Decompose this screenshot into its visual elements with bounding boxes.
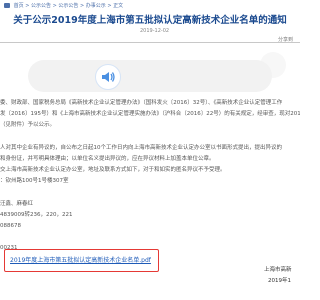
body-line: ：钦州路100号1号楼307室 — [0, 178, 69, 185]
breadcrumb-item-announcements-2[interactable]: 公示公告 — [58, 3, 78, 9]
speaker-icon — [102, 72, 115, 82]
body-line: 交上海市高新技术企业认定办公室，地址及联系方式如下，对于和如实的匿名异议不予受理… — [0, 167, 226, 174]
breadcrumb-item-home[interactable]: 首页 — [14, 3, 24, 9]
body-line: 4839009转236，220，221 — [0, 211, 73, 218]
body-line: 发〔2016〕195号）和《上海市高新技术企业认定管理实施办法》（沪科合〔201… — [0, 111, 300, 118]
article-page: 首页 > 公示公告 > 公示公告 > 办事公示 > 正文 关于公示2019年度上… — [0, 0, 300, 300]
breadcrumb: 首页 > 公示公告 > 公示公告 > 办事公示 > 正文 — [0, 0, 300, 12]
home-icon[interactable] — [4, 3, 10, 8]
breadcrumb-item-current: 正文 — [113, 3, 124, 9]
body-line: （见附件）予以公示。 — [0, 122, 56, 129]
article-body: 委、财政部、国家税务总局《高新技术企业认定管理办法》（国科发火〔2016〕32号… — [0, 98, 300, 255]
play-button[interactable] — [95, 64, 121, 90]
title-divider — [0, 42, 300, 43]
body-line: 和身份证，并写明具体理由；以单位名义提出异议的，应在异议材料上加盖本单位公章。 — [0, 155, 215, 162]
body-line: 汪鑫、麻春红 — [0, 200, 34, 207]
breadcrumb-item-affairs[interactable]: 办事公示 — [86, 3, 106, 9]
audio-player — [28, 60, 272, 92]
body-line — [0, 232, 300, 243]
publish-date: 2019-12-02 — [140, 28, 170, 34]
body-line: 人对其中企业有异议的，自公布之日起10个工作日内向上海市高新技术企业认定办公室以… — [0, 144, 283, 151]
attachment-link[interactable]: 2019年度上海市第五批拟认定高新技术企业名单.pdf — [10, 255, 151, 264]
page-title: 关于公示2019年度上海市第五批拟认定高新技术企业名单的通知 — [13, 15, 287, 26]
body-line — [0, 188, 300, 199]
body-line: 委、财政部、国家税务总局《高新技术企业认定管理办法》（国科发火〔2016〕32号… — [0, 100, 283, 106]
signature-date: 2019年1 — [268, 278, 291, 284]
breadcrumb-item-announcements[interactable]: 公示公告 — [31, 3, 51, 9]
body-line: 088678 — [0, 223, 21, 230]
signature-org: 上海市高新 — [264, 267, 292, 273]
body-line — [0, 132, 300, 143]
